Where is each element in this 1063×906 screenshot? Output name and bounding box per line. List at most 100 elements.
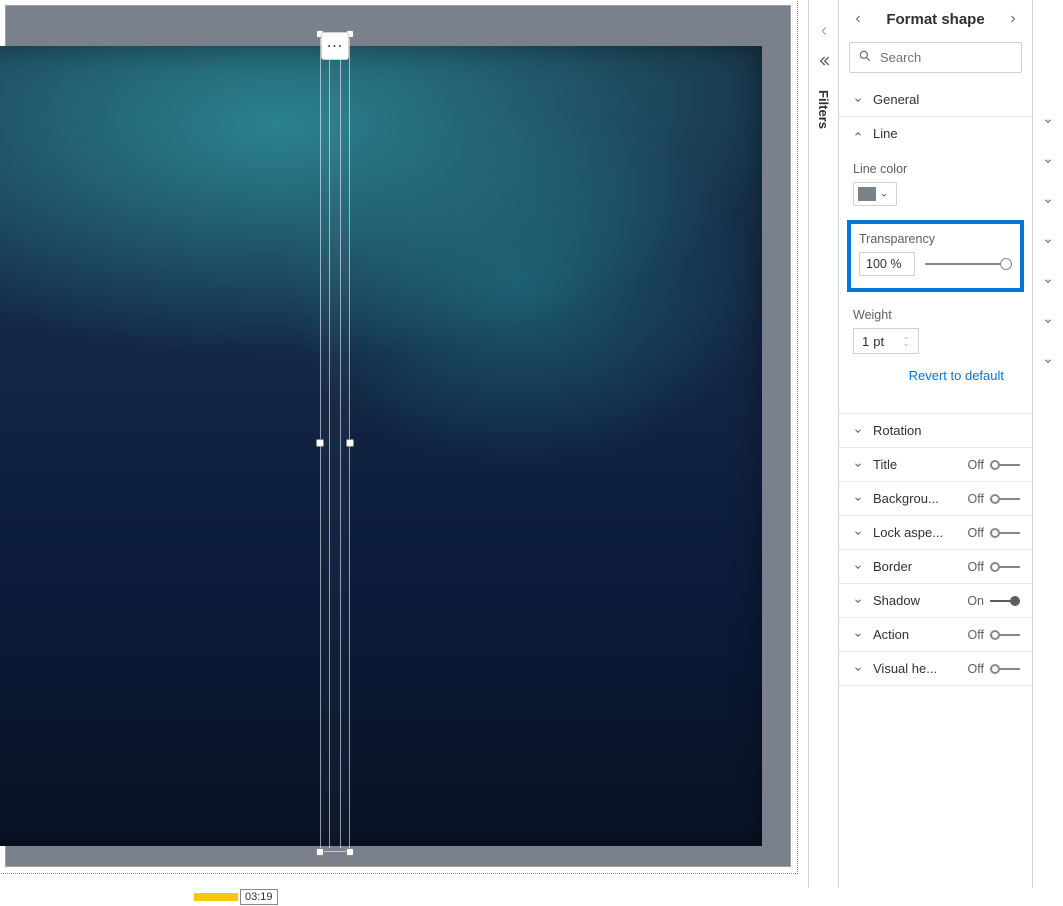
lock-aspect-toggle-state: Off — [968, 526, 984, 540]
revert-to-default-link[interactable]: Revert to default — [909, 368, 1004, 383]
line-color-swatch — [858, 187, 876, 201]
section-rotation[interactable]: Rotation — [839, 413, 1032, 447]
visual-options-button[interactable]: ⋯ — [321, 32, 349, 60]
visual-header-toggle-state: Off — [968, 662, 984, 676]
chevron-down-icon — [851, 526, 865, 540]
chevron-down-icon — [851, 594, 865, 608]
slider-knob[interactable] — [1000, 258, 1012, 270]
section-visual-header-label: Visual he... — [873, 661, 968, 676]
secondary-pane-collapsed — [1033, 0, 1063, 888]
chevron-down-icon — [851, 628, 865, 642]
search-icon — [858, 49, 872, 66]
weight-stepper[interactable] — [902, 329, 914, 353]
canvas-dotted-bounds: ⋯ — [0, 0, 798, 874]
selected-line-body — [329, 38, 341, 848]
line-color-label: Line color — [853, 162, 1018, 176]
section-line[interactable]: Line — [839, 116, 1032, 150]
transparency-highlighted-region: Transparency 100 % — [847, 220, 1024, 292]
transparency-label: Transparency — [859, 232, 1012, 246]
chevron-up-icon — [851, 127, 865, 141]
timeline-segment[interactable] — [194, 893, 238, 901]
weight-unit: pt — [873, 334, 898, 349]
filters-collapse-chevron[interactable] — [817, 24, 831, 43]
section-border[interactable]: Border Off — [839, 549, 1032, 583]
section-action-label: Action — [873, 627, 968, 642]
section-line-label: Line — [873, 126, 1020, 141]
section-lock-aspect-label: Lock aspe... — [873, 525, 968, 540]
chevron-down-icon — [851, 93, 865, 107]
weight-value: 1 — [862, 334, 869, 349]
background-toggle-state: Off — [968, 492, 984, 506]
pane-nav-prev[interactable] — [849, 10, 867, 28]
section-general-label: General — [873, 92, 1020, 107]
shadow-toggle[interactable] — [990, 594, 1020, 608]
secondary-pane-header-fragment — [1033, 12, 1063, 46]
chevron-down-icon — [851, 560, 865, 574]
report-canvas[interactable]: ⋯ — [0, 0, 809, 888]
title-toggle-state: Off — [968, 458, 984, 472]
section-title-label: Title — [873, 457, 968, 472]
secondary-row-7[interactable] — [1033, 350, 1063, 372]
chevron-up-icon — [902, 335, 910, 341]
title-toggle[interactable] — [990, 458, 1020, 472]
ellipsis-icon: ⋯ — [327, 36, 344, 56]
secondary-row-2[interactable] — [1033, 150, 1063, 172]
section-shadow[interactable]: Shadow On — [839, 583, 1032, 617]
chevron-down-icon — [851, 458, 865, 472]
shadow-toggle-state: On — [967, 594, 984, 608]
secondary-row-3[interactable] — [1033, 190, 1063, 212]
visual-header-toggle[interactable] — [990, 662, 1020, 676]
section-lock-aspect[interactable]: Lock aspe... Off — [839, 515, 1032, 549]
secondary-row-5[interactable] — [1033, 270, 1063, 292]
section-visual-header[interactable]: Visual he... Off — [839, 651, 1032, 686]
expand-arrow-icon[interactable] — [816, 53, 832, 74]
border-toggle-state: Off — [968, 560, 984, 574]
chevron-down-icon — [902, 342, 910, 348]
action-toggle[interactable] — [990, 628, 1020, 642]
format-search-box[interactable] — [849, 42, 1022, 73]
filters-label[interactable]: Filters — [816, 90, 831, 129]
section-border-label: Border — [873, 559, 968, 574]
resize-handle-mid-right[interactable] — [346, 439, 354, 447]
secondary-row-6[interactable] — [1033, 310, 1063, 332]
section-title[interactable]: Title Off — [839, 447, 1032, 481]
section-background-label: Backgrou... — [873, 491, 968, 506]
chevron-down-icon — [851, 424, 865, 438]
transparency-unit: % — [890, 257, 901, 271]
chevron-down-icon — [851, 662, 865, 676]
lock-aspect-toggle[interactable] — [990, 526, 1020, 540]
section-general[interactable]: General — [839, 83, 1032, 116]
transparency-input[interactable]: 100 % — [859, 252, 915, 276]
filters-pane-collapsed: Filters — [809, 0, 839, 888]
resize-handle-bottom-left[interactable] — [316, 848, 324, 856]
secondary-search-fragment — [1033, 64, 1063, 92]
line-section-body: Line color Transparency 100 % — [839, 150, 1032, 413]
canvas-background: ⋯ — [5, 5, 791, 867]
section-action[interactable]: Action Off — [839, 617, 1032, 651]
background-toggle[interactable] — [990, 492, 1020, 506]
resize-handle-bottom-right[interactable] — [346, 848, 354, 856]
weight-label: Weight — [853, 308, 1018, 322]
chevron-down-icon — [851, 492, 865, 506]
caret-down-icon — [880, 187, 888, 202]
timeline-bar: 03:19 — [0, 888, 1063, 906]
section-background[interactable]: Backgrou... Off — [839, 481, 1032, 515]
pane-title: Format shape — [886, 11, 984, 28]
secondary-row-4[interactable] — [1033, 230, 1063, 252]
resize-handle-mid-left[interactable] — [316, 439, 324, 447]
slider-track — [925, 263, 1012, 265]
timeline-timecode[interactable]: 03:19 — [240, 889, 278, 905]
transparency-slider[interactable] — [925, 256, 1012, 272]
section-shadow-label: Shadow — [873, 593, 967, 608]
section-rotation-label: Rotation — [873, 423, 1020, 438]
weight-input[interactable]: 1 pt — [853, 328, 919, 354]
search-input[interactable] — [878, 49, 1058, 66]
line-color-picker[interactable] — [853, 182, 897, 206]
background-image — [0, 46, 762, 846]
secondary-row-1[interactable] — [1033, 110, 1063, 132]
pane-nav-next[interactable] — [1004, 10, 1022, 28]
selected-line-shape[interactable]: ⋯ — [320, 34, 350, 852]
transparency-value: 100 — [866, 257, 887, 271]
border-toggle[interactable] — [990, 560, 1020, 574]
format-shape-pane: Format shape General — [839, 0, 1033, 888]
